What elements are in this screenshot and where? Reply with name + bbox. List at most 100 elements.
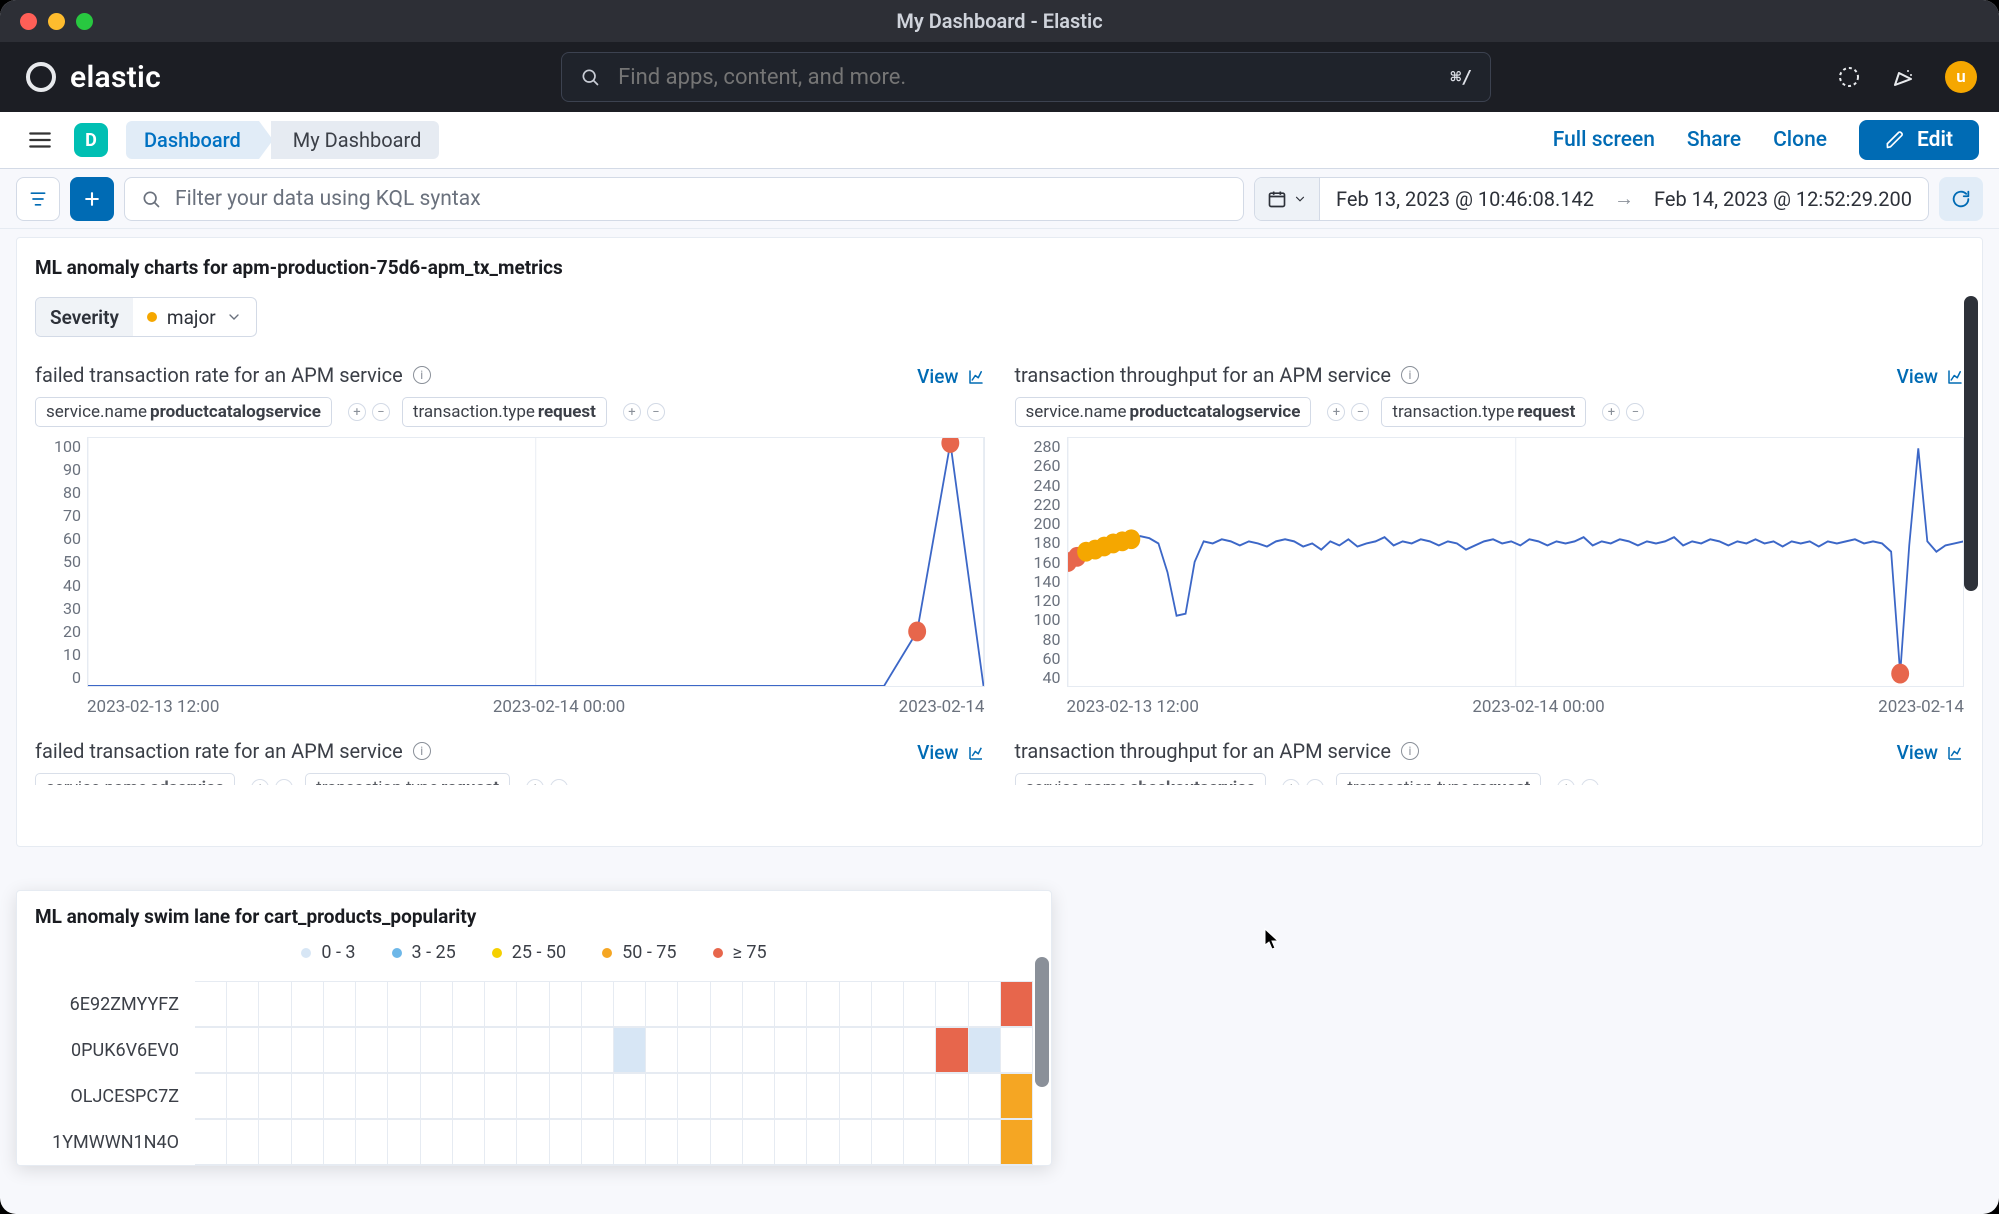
swimlane-cell[interactable]	[517, 982, 549, 1027]
swimlane-cell[interactable]	[356, 982, 388, 1027]
chart-view-link[interactable]: View	[1897, 741, 1964, 764]
panel-scrollbar[interactable]	[1964, 296, 1978, 591]
swimlane-cell[interactable]	[259, 982, 291, 1027]
swimlane-cell[interactable]	[388, 1120, 420, 1165]
swimlane-cell[interactable]	[356, 1074, 388, 1119]
swimlane-cell[interactable]	[775, 1028, 807, 1073]
swimlane-cell[interactable]	[421, 1120, 453, 1165]
remove-filter-icon[interactable]: −	[1581, 779, 1599, 785]
swimlane-cell[interactable]	[517, 1120, 549, 1165]
swimlane-cell[interactable]	[969, 1028, 1001, 1073]
swimlane-cell[interactable]	[678, 1120, 710, 1165]
swimlane-cell[interactable]	[646, 1120, 678, 1165]
swimlane-cell[interactable]	[936, 1074, 968, 1119]
swimlane-cell[interactable]	[227, 1120, 259, 1165]
swimlane-cell[interactable]	[259, 1074, 291, 1119]
swimlane-cell[interactable]	[775, 1120, 807, 1165]
swimlane-cell[interactable]	[646, 1028, 678, 1073]
remove-filter-icon[interactable]: −	[550, 779, 568, 785]
swimlane-cell[interactable]	[1001, 1074, 1033, 1119]
swimlane-cell[interactable]	[388, 1074, 420, 1119]
swimlane-cell[interactable]	[259, 1120, 291, 1165]
swimlane-cell[interactable]	[807, 1028, 839, 1073]
swimlane-cell[interactable]	[743, 1074, 775, 1119]
swimlane-cell[interactable]	[517, 1074, 549, 1119]
swimlane-cell[interactable]	[840, 1074, 872, 1119]
swimlane-cell[interactable]	[195, 1028, 227, 1073]
swimlane-cell[interactable]	[711, 1028, 743, 1073]
remove-filter-icon[interactable]: −	[1306, 779, 1324, 785]
add-filter-icon[interactable]: +	[1557, 779, 1575, 785]
brand-home-link[interactable]: elastic	[26, 60, 161, 95]
swimlane-cell[interactable]	[582, 1074, 614, 1119]
swimlane-cell[interactable]	[324, 1120, 356, 1165]
remove-filter-icon[interactable]: −	[275, 779, 293, 785]
add-filter-icon[interactable]: +	[1602, 403, 1620, 421]
swimlane-cell[interactable]	[195, 1074, 227, 1119]
swimlane-cell[interactable]	[904, 1028, 936, 1073]
global-search-input[interactable]	[616, 64, 1450, 91]
swimlane-cell[interactable]	[969, 1074, 1001, 1119]
add-filter-icon[interactable]: +	[348, 403, 366, 421]
breadcrumb-dashboard-link[interactable]: Dashboard	[126, 121, 259, 159]
swimlane-cell[interactable]	[582, 1028, 614, 1073]
swimlane-cell[interactable]	[292, 1028, 324, 1073]
remove-filter-icon[interactable]: −	[372, 403, 390, 421]
swimlane-cell[interactable]	[646, 1074, 678, 1119]
swimlane-cell[interactable]	[324, 1028, 356, 1073]
swimlane-cell[interactable]	[195, 1120, 227, 1165]
swimlane-cell[interactable]	[969, 982, 1001, 1027]
refresh-button[interactable]	[1939, 177, 1983, 221]
chart-plot[interactable]: 280260240220200180160140120100806040 202…	[1015, 437, 1965, 717]
swimlane-cell[interactable]	[485, 1074, 517, 1119]
clone-button[interactable]: Clone	[1773, 128, 1827, 152]
swimlane-cell[interactable]	[227, 1074, 259, 1119]
swimlane-cell[interactable]	[517, 1028, 549, 1073]
swimlane-cell[interactable]	[582, 1120, 614, 1165]
zoom-window-button[interactable]	[76, 13, 93, 30]
swimlane-cell[interactable]	[259, 1028, 291, 1073]
remove-filter-icon[interactable]: −	[1351, 403, 1369, 421]
add-filter-button[interactable]	[70, 177, 114, 221]
swimlane-cell[interactable]	[743, 1120, 775, 1165]
swimlane-cell[interactable]	[1001, 1120, 1033, 1165]
swimlane-cell[interactable]	[421, 1074, 453, 1119]
swimlane-cell[interactable]	[936, 1028, 968, 1073]
kql-input-wrapper[interactable]: Filter your data using KQL syntax	[124, 177, 1244, 221]
add-filter-icon[interactable]: +	[1282, 779, 1300, 785]
swimlane-cell[interactable]	[775, 982, 807, 1027]
swimlane-cell[interactable]	[646, 982, 678, 1027]
swimlane-cell[interactable]	[550, 1074, 582, 1119]
chart-view-link[interactable]: View	[1897, 365, 1964, 388]
swimlane-cell[interactable]	[388, 982, 420, 1027]
add-filter-icon[interactable]: +	[1327, 403, 1345, 421]
swimlane-cell[interactable]	[872, 1120, 904, 1165]
swimlane-cell[interactable]	[678, 982, 710, 1027]
add-filter-icon[interactable]: +	[251, 779, 269, 785]
info-icon[interactable]: i	[413, 742, 431, 760]
swimlane-scrollbar[interactable]	[1035, 957, 1049, 1087]
swimlane-cell[interactable]	[807, 1074, 839, 1119]
chart-plot[interactable]: 1009080706050403020100 2023-02-13 12:002…	[35, 437, 985, 717]
chart-view-link[interactable]: View	[917, 365, 984, 388]
swimlane-cell[interactable]	[1001, 1028, 1033, 1073]
swimlane-cell[interactable]	[388, 1028, 420, 1073]
chart-view-link[interactable]: View	[917, 741, 984, 764]
swimlane-cell[interactable]	[872, 1028, 904, 1073]
swimlane-cell[interactable]	[904, 1120, 936, 1165]
swimlane-cell[interactable]	[1001, 982, 1033, 1027]
swimlane-cell[interactable]	[453, 1120, 485, 1165]
swimlane-cell[interactable]	[678, 1028, 710, 1073]
swimlane-cell[interactable]	[582, 982, 614, 1027]
space-selector[interactable]: D	[74, 123, 108, 157]
swimlane-cell[interactable]	[904, 982, 936, 1027]
nav-toggle-button[interactable]	[18, 127, 62, 153]
swimlane-cell[interactable]	[775, 1074, 807, 1119]
swimlane-cell[interactable]	[872, 982, 904, 1027]
swimlane-cell[interactable]	[485, 982, 517, 1027]
swimlane-cell[interactable]	[840, 982, 872, 1027]
news-icon[interactable]	[1891, 65, 1915, 89]
swimlane-cell[interactable]	[292, 1120, 324, 1165]
swimlane-cell[interactable]	[485, 1028, 517, 1073]
swimlane-cell[interactable]	[711, 1120, 743, 1165]
